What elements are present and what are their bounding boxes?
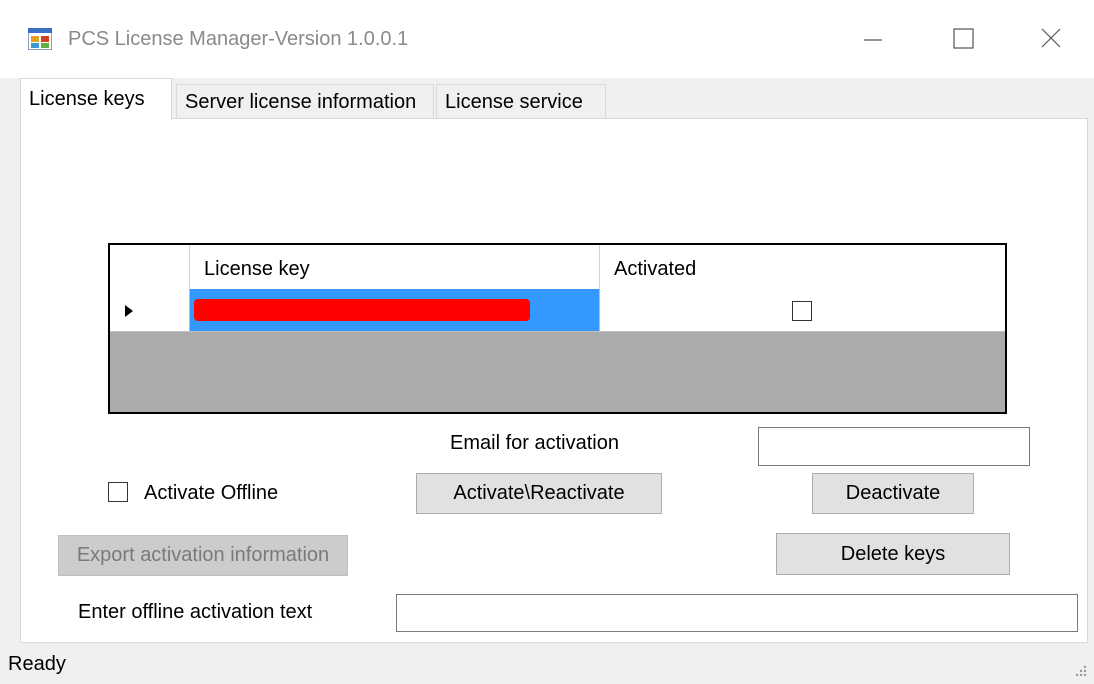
row-header-corner: [110, 245, 190, 289]
close-button[interactable]: [1032, 22, 1072, 56]
maximize-icon: [953, 28, 974, 49]
delete-keys-button[interactable]: Delete keys: [776, 533, 1010, 575]
deactivate-button[interactable]: Deactivate: [812, 473, 974, 514]
app-window-icon: [27, 27, 53, 51]
table-row[interactable]: [110, 289, 1005, 332]
activate-offline-label[interactable]: Activate Offline: [144, 482, 278, 505]
close-icon: [1041, 28, 1061, 48]
tab-license-service[interactable]: License service: [436, 84, 606, 118]
license-manager-window: PCS License Manager-Version 1.0.0.1 Lice…: [0, 0, 1094, 684]
status-bar: Ready: [0, 643, 1094, 684]
email-label: Email for activation: [450, 432, 619, 454]
license-keys-grid[interactable]: License key Activated: [108, 243, 1007, 414]
grid-header: License key Activated: [110, 245, 1005, 290]
tab-license-keys[interactable]: License keys: [20, 78, 172, 120]
offline-activation-text-label: Enter offline activation text: [78, 601, 313, 623]
email-field[interactable]: [758, 427, 1030, 466]
column-header-activated[interactable]: Activated: [600, 245, 1005, 289]
minimize-icon: [864, 39, 882, 41]
offline-activation-text-field[interactable]: [396, 594, 1078, 632]
export-activation-information-button[interactable]: Export activation information: [58, 535, 348, 576]
redacted-license-key: [194, 299, 530, 321]
activate-reactivate-button[interactable]: Activate\Reactivate: [416, 473, 662, 514]
maximize-button[interactable]: [944, 22, 984, 56]
column-header-license-key[interactable]: License key: [190, 245, 600, 289]
minimize-button[interactable]: [854, 22, 894, 56]
status-text: Ready: [8, 653, 66, 675]
window-title: PCS License Manager-Version 1.0.0.1: [68, 28, 409, 50]
license-key-cell[interactable]: [190, 289, 600, 331]
activate-offline-checkbox[interactable]: [108, 482, 128, 502]
title-bar: PCS License Manager-Version 1.0.0.1: [0, 0, 1094, 78]
activated-cell[interactable]: [600, 289, 1005, 331]
resize-grip-icon[interactable]: [1072, 662, 1088, 678]
row-header[interactable]: [110, 289, 190, 331]
tab-server-license-information[interactable]: Server license information: [176, 84, 434, 118]
activated-checkbox[interactable]: [792, 301, 812, 321]
row-pointer-icon: [125, 305, 133, 317]
